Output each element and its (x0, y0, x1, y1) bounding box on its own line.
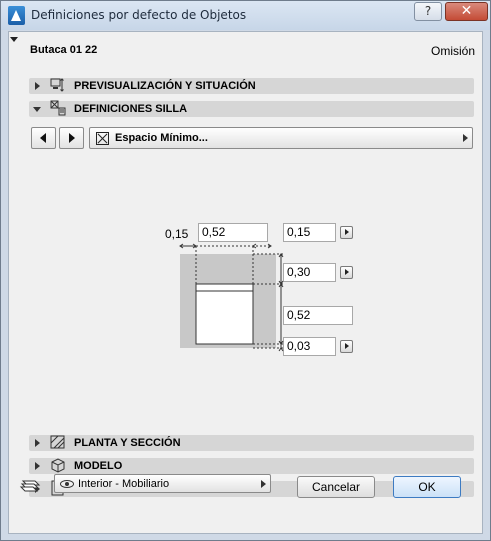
layer-selector-label: Interior - Mobiliario (78, 478, 170, 490)
default-label: Omisión (430, 44, 475, 58)
panel-plan-section-label: PLANTA Y SECCIÓN (74, 437, 181, 449)
close-button[interactable]: ✕ (445, 2, 488, 21)
chair-settings-icon (50, 100, 66, 116)
collapse-arrow-icon (33, 107, 41, 112)
panel-model-label: MODELO (74, 460, 123, 472)
help-button[interactable]: ? (414, 2, 442, 21)
panel-model[interactable]: MODELO (29, 458, 474, 474)
layer-selector[interactable]: Interior - Mobiliario (54, 474, 271, 493)
page-type-icon (96, 132, 109, 145)
arrow-right-icon (69, 133, 75, 143)
panel-chair-settings-label: DEFINICIONES SILLA (74, 103, 188, 115)
dialog-window: Definiciones por defecto de Objetos ? ✕ … (0, 0, 491, 541)
next-page-button[interactable] (59, 127, 84, 149)
archicad-app-icon (8, 6, 25, 25)
chevron-right-icon (261, 480, 266, 488)
panel-preview[interactable]: PREVISUALIZACIÓN Y SITUACIÓN (29, 78, 474, 94)
plan-section-icon (50, 435, 65, 449)
right-upper-arrow-button[interactable] (340, 266, 353, 279)
eye-icon (60, 480, 74, 488)
collapse-arrow-icon[interactable] (10, 37, 18, 42)
preview-position-icon (50, 78, 64, 92)
object-name: Butaca 01 22 (30, 44, 98, 56)
minimum-space-diagram (179, 243, 284, 352)
page-selector[interactable]: Espacio Mínimo... (89, 127, 473, 149)
expand-arrow-icon (35, 439, 40, 447)
model-cube-icon (51, 458, 65, 473)
title-bar[interactable]: Definiciones por defecto de Objetos ? ✕ (1, 1, 490, 30)
expand-arrow-icon (35, 82, 40, 90)
previous-page-button[interactable] (31, 127, 56, 149)
window-title: Definiciones por defecto de Objetos (31, 8, 247, 22)
chevron-right-icon (463, 134, 468, 142)
ok-button[interactable]: OK (393, 476, 461, 498)
expand-arrow-icon (35, 462, 40, 470)
layers-icon (19, 480, 41, 492)
right-lower-arrow-button[interactable] (340, 340, 353, 353)
panel-chair-settings[interactable]: DEFINICIONES SILLA (29, 100, 474, 117)
panel-preview-label: PREVISUALIZACIÓN Y SITUACIÓN (74, 80, 256, 92)
arrow-left-icon (40, 133, 46, 143)
cancel-button[interactable]: Cancelar (297, 476, 375, 498)
page-selector-label: Espacio Mínimo... (115, 132, 208, 144)
top-right-arrow-button[interactable] (340, 226, 353, 239)
dialog-content: Butaca 01 22 Omisión PREVISUALIZACIÓN Y … (8, 31, 483, 534)
panel-plan-section[interactable]: PLANTA Y SECCIÓN (29, 435, 474, 451)
